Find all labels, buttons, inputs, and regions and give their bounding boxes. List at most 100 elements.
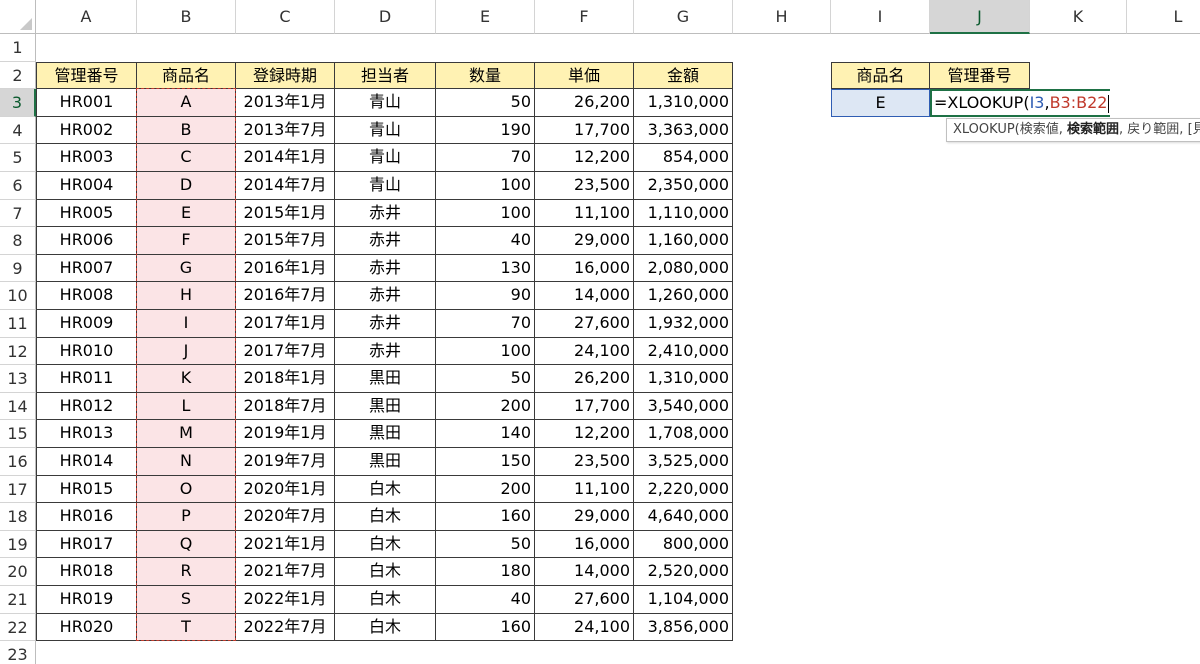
- row-header-11[interactable]: 11: [0, 310, 36, 338]
- table-cell-r9-c6[interactable]: 27,600: [535, 310, 634, 338]
- table-cell-r20-c6[interactable]: 24,100: [535, 613, 634, 642]
- table-cell-r2-c2[interactable]: B: [137, 116, 236, 145]
- table-cell-r18-c4[interactable]: 白木: [335, 558, 436, 586]
- table-cell-r6-c6[interactable]: 29,000: [535, 227, 634, 255]
- table-cell-r3-c5[interactable]: 70: [436, 144, 535, 172]
- table-cell-r16-c2[interactable]: P: [137, 503, 236, 531]
- table-cell-r1-c6[interactable]: 26,200: [535, 89, 634, 117]
- table-cell-r14-c1[interactable]: HR014: [36, 448, 137, 476]
- table-header-3[interactable]: 登録時期: [236, 61, 335, 90]
- table-cell-r14-c6[interactable]: 23,500: [535, 448, 634, 476]
- table-cell-r7-c7[interactable]: 2,080,000: [634, 254, 733, 283]
- spreadsheet[interactable]: ABCDEFGHIJKL 1 2 3 4 5 6 7 8 9 10 11 12 13 14 15 16 17 18…: [0, 0, 1200, 664]
- table-cell-r4-c1[interactable]: HR004: [36, 172, 137, 200]
- table-cell-r13-c2[interactable]: M: [137, 420, 236, 448]
- table-cell-r3-c6[interactable]: 12,200: [535, 144, 634, 172]
- column-header-l[interactable]: L: [1127, 0, 1200, 34]
- column-header-i[interactable]: I: [831, 0, 930, 34]
- table-header-2[interactable]: 商品名: [137, 61, 236, 90]
- row-header-18[interactable]: 18: [0, 503, 36, 531]
- table-cell-r2-c4[interactable]: 青山: [335, 116, 436, 145]
- column-header-e[interactable]: E: [436, 0, 535, 34]
- column-header-h[interactable]: H: [733, 0, 831, 34]
- table-cell-r4-c3[interactable]: 2014年7月: [236, 172, 335, 200]
- table-cell-r1-c3[interactable]: 2013年1月: [236, 89, 335, 117]
- table-cell-r16-c4[interactable]: 白木: [335, 503, 436, 531]
- table-cell-r8-c6[interactable]: 14,000: [535, 282, 634, 310]
- table-cell-r16-c6[interactable]: 29,000: [535, 503, 634, 531]
- row-header-5[interactable]: 5: [0, 144, 36, 172]
- table-cell-r2-c5[interactable]: 190: [436, 116, 535, 145]
- table-cell-r7-c2[interactable]: G: [137, 254, 236, 283]
- table-cell-r10-c2[interactable]: J: [137, 337, 236, 366]
- table-header-5[interactable]: 数量: [436, 61, 535, 90]
- table-cell-r4-c7[interactable]: 2,350,000: [634, 172, 733, 200]
- table-cell-r3-c2[interactable]: C: [137, 144, 236, 172]
- row-header-19[interactable]: 19: [0, 530, 36, 559]
- table-cell-r3-c4[interactable]: 青山: [335, 144, 436, 172]
- row-header-9[interactable]: 9: [0, 254, 36, 283]
- table-cell-r3-c3[interactable]: 2014年1月: [236, 144, 335, 172]
- function-tooltip[interactable]: XLOOKUP(検索値, 検索範囲, 戻り範囲, [見つからない場合], [一致…: [946, 118, 1200, 142]
- table-cell-r17-c6[interactable]: 16,000: [535, 530, 634, 559]
- table-cell-r14-c5[interactable]: 150: [436, 448, 535, 476]
- table-cell-r15-c2[interactable]: O: [137, 475, 236, 504]
- table-cell-r1-c1[interactable]: HR001: [36, 89, 137, 117]
- table-cell-r4-c5[interactable]: 100: [436, 172, 535, 200]
- formula-editing-cell-j3[interactable]: =XLOOKUP(I3,B3:B22: [930, 89, 1110, 117]
- table-cell-r9-c4[interactable]: 赤井: [335, 310, 436, 338]
- table-cell-r18-c7[interactable]: 2,520,000: [634, 558, 733, 586]
- table-cell-r20-c5[interactable]: 160: [436, 613, 535, 642]
- table-cell-r15-c1[interactable]: HR015: [36, 475, 137, 504]
- row-header-8[interactable]: 8: [0, 227, 36, 255]
- table-cell-r4-c6[interactable]: 23,500: [535, 172, 634, 200]
- table-cell-r15-c7[interactable]: 2,220,000: [634, 475, 733, 504]
- table-cell-r7-c6[interactable]: 16,000: [535, 254, 634, 283]
- table-cell-r12-c3[interactable]: 2018年7月: [236, 392, 335, 421]
- table-cell-r10-c3[interactable]: 2017年7月: [236, 337, 335, 366]
- table-cell-r2-c6[interactable]: 17,700: [535, 116, 634, 145]
- table-cell-r15-c3[interactable]: 2020年1月: [236, 475, 335, 504]
- table-cell-r17-c4[interactable]: 白木: [335, 530, 436, 559]
- table-cell-r1-c2[interactable]: A: [137, 89, 236, 117]
- table-cell-r17-c7[interactable]: 800,000: [634, 530, 733, 559]
- table-cell-r13-c1[interactable]: HR013: [36, 420, 137, 448]
- table-cell-r12-c7[interactable]: 3,540,000: [634, 392, 733, 421]
- table-cell-r20-c3[interactable]: 2022年7月: [236, 613, 335, 642]
- table-cell-r5-c2[interactable]: E: [137, 199, 236, 228]
- table-cell-r10-c5[interactable]: 100: [436, 337, 535, 366]
- lookup-header-2[interactable]: 管理番号: [930, 61, 1030, 90]
- table-cell-r8-c4[interactable]: 赤井: [335, 282, 436, 310]
- table-cell-r14-c7[interactable]: 3,525,000: [634, 448, 733, 476]
- table-cell-r15-c5[interactable]: 200: [436, 475, 535, 504]
- table-cell-r11-c1[interactable]: HR011: [36, 365, 137, 393]
- table-cell-r13-c7[interactable]: 1,708,000: [634, 420, 733, 448]
- table-cell-r8-c1[interactable]: HR008: [36, 282, 137, 310]
- table-cell-r18-c3[interactable]: 2021年7月: [236, 558, 335, 586]
- table-cell-r5-c4[interactable]: 赤井: [335, 199, 436, 228]
- table-cell-r7-c5[interactable]: 130: [436, 254, 535, 283]
- row-header-10[interactable]: 10: [0, 282, 36, 310]
- table-cell-r1-c5[interactable]: 50: [436, 89, 535, 117]
- table-cell-r5-c1[interactable]: HR005: [36, 199, 137, 228]
- row-header-4[interactable]: 4: [0, 116, 36, 145]
- table-cell-r19-c7[interactable]: 1,104,000: [634, 586, 733, 614]
- table-cell-r19-c3[interactable]: 2022年1月: [236, 586, 335, 614]
- table-cell-r6-c4[interactable]: 赤井: [335, 227, 436, 255]
- row-header-21[interactable]: 21: [0, 586, 36, 614]
- table-cell-r17-c2[interactable]: Q: [137, 530, 236, 559]
- table-cell-r2-c1[interactable]: HR002: [36, 116, 137, 145]
- column-header-g[interactable]: G: [634, 0, 733, 34]
- table-header-1[interactable]: 管理番号: [36, 61, 137, 90]
- table-cell-r8-c3[interactable]: 2016年7月: [236, 282, 335, 310]
- column-header-f[interactable]: F: [535, 0, 634, 34]
- row-header-23[interactable]: 23: [0, 641, 36, 664]
- table-cell-r18-c6[interactable]: 14,000: [535, 558, 634, 586]
- table-cell-r12-c1[interactable]: HR012: [36, 392, 137, 421]
- table-cell-r13-c6[interactable]: 12,200: [535, 420, 634, 448]
- table-cell-r19-c6[interactable]: 27,600: [535, 586, 634, 614]
- table-cell-r15-c6[interactable]: 11,100: [535, 475, 634, 504]
- row-header-3[interactable]: 3: [0, 89, 36, 117]
- table-cell-r7-c4[interactable]: 赤井: [335, 254, 436, 283]
- table-header-7[interactable]: 金額: [634, 61, 733, 90]
